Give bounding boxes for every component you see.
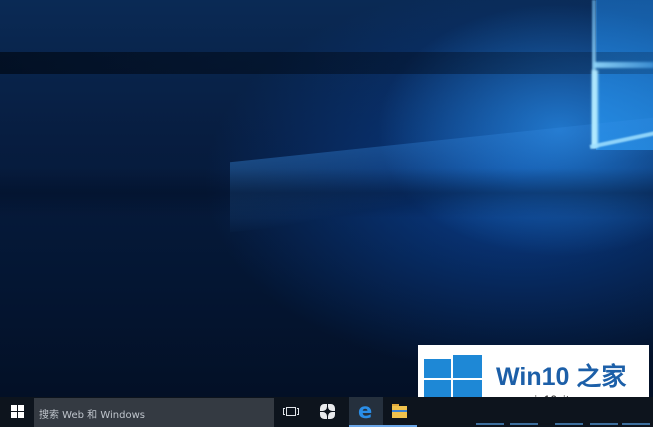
- taskbar-app-slot[interactable]: [476, 401, 504, 425]
- wallpaper-window-frame: [592, 70, 598, 148]
- taskbar-app-slot[interactable]: [622, 401, 650, 425]
- edge-browser-button[interactable]: e: [349, 397, 383, 427]
- windows-logo-icon: [424, 355, 482, 403]
- wallpaper-dark-band: [0, 168, 653, 218]
- wallpaper-window-frame: [594, 62, 653, 68]
- taskbar-app-slot[interactable]: [510, 401, 538, 425]
- task-view-button[interactable]: [275, 397, 309, 427]
- taskbar-app-slot[interactable]: [590, 401, 618, 425]
- desktop-wallpaper: [0, 0, 653, 397]
- pinned-app-button[interactable]: [310, 397, 344, 427]
- watermark-title: Win10 之家: [496, 363, 627, 391]
- search-placeholder: 搜索 Web 和 Windows: [39, 410, 145, 421]
- wallpaper-dark-band: [0, 52, 653, 74]
- start-button[interactable]: [0, 397, 34, 427]
- search-input[interactable]: 搜索 Web 和 Windows: [34, 398, 274, 427]
- file-explorer-button[interactable]: [383, 397, 417, 427]
- taskbar: 搜索 Web 和 Windows e: [0, 397, 653, 427]
- edge-browser-icon: e: [358, 399, 373, 423]
- taskbar-app-slot[interactable]: [555, 401, 583, 425]
